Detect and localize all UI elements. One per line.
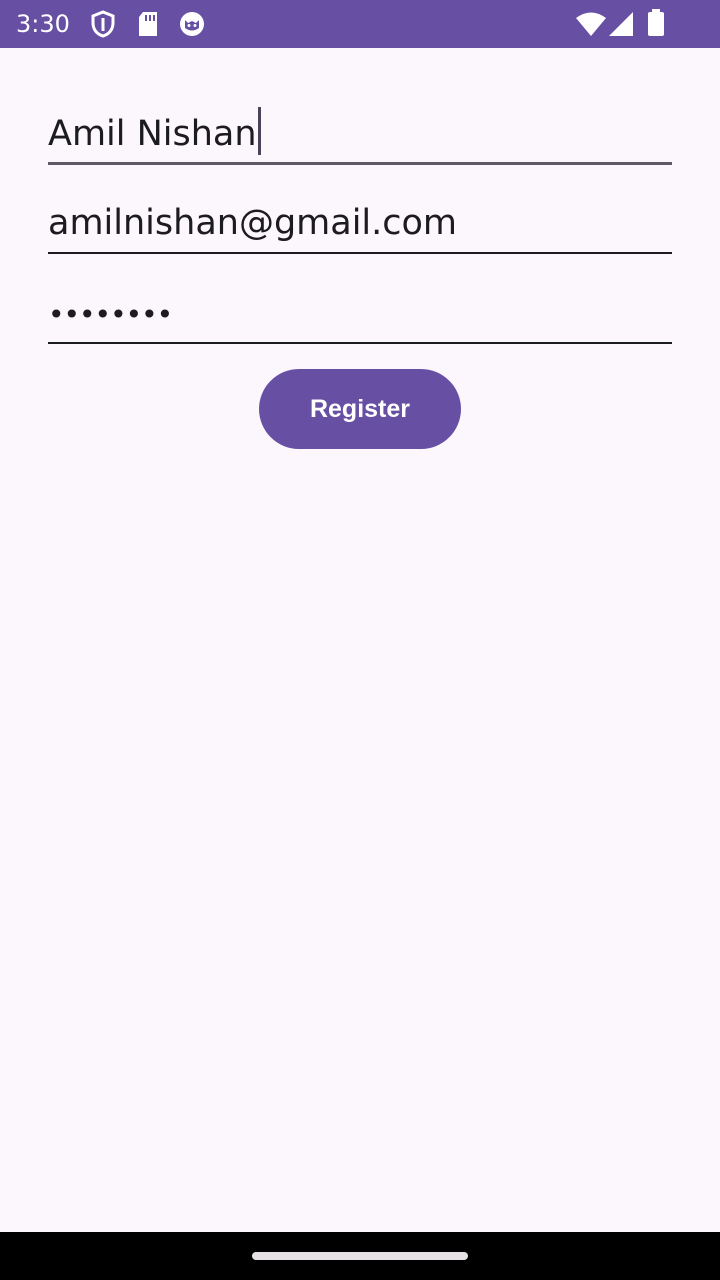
status-bar: 3:30 — [0, 0, 720, 48]
text-cursor — [257, 107, 261, 155]
cellular-signal-icon — [608, 11, 634, 42]
navigation-bar — [0, 1232, 720, 1280]
status-time: 3:30 — [16, 10, 70, 38]
sd-card-icon — [137, 10, 159, 43]
register-button[interactable]: Register — [259, 369, 461, 449]
password-field[interactable]: •••••••• — [48, 288, 672, 344]
battery-icon — [647, 9, 665, 42]
shield-icon — [90, 10, 116, 43]
register-form: Amil Nishan amilnishan@gmail.com •••••••… — [0, 48, 720, 1232]
password-value: •••••••• — [48, 298, 173, 331]
name-input-text: Amil Nishan — [48, 107, 261, 159]
name-value: Amil Nishan — [48, 114, 257, 154]
email-field[interactable]: amilnishan@gmail.com — [48, 198, 672, 254]
home-gesture-handle[interactable] — [252, 1252, 468, 1260]
name-field[interactable]: Amil Nishan — [48, 104, 672, 165]
cat-face-icon — [178, 10, 206, 43]
wifi-icon — [575, 11, 607, 42]
email-value: amilnishan@gmail.com — [48, 203, 458, 243]
